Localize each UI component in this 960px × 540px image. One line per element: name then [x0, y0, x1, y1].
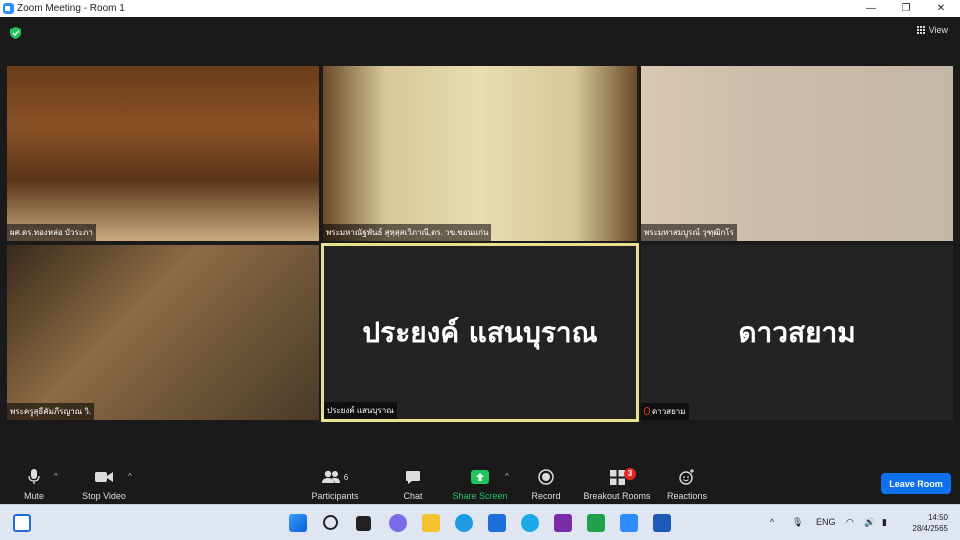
grid-view-icon — [916, 26, 925, 34]
video-tile-5-active-speaker[interactable]: ประยงค์ แสนบุราณ ประยงค์ แสนบุราณ — [321, 243, 639, 422]
reactions-button[interactable]: Reactions — [664, 467, 710, 501]
language-indicator[interactable]: ENG — [816, 517, 836, 527]
video-tile-2[interactable]: พระมหาณัฐพันธ์ สุหฺสฺสเวิภาณี,ดร. วข.ขอน… — [323, 66, 637, 241]
breakout-rooms-icon — [609, 469, 625, 485]
muted-mic-icon — [644, 407, 650, 415]
video-tile-4[interactable]: พระครูสุธีคัมภีรญาณ วิ. — [7, 245, 319, 420]
contacts-app-icon[interactable] — [587, 514, 605, 532]
task-view-icon[interactable] — [356, 516, 371, 531]
meeting-toolbar: Mute ^ Stop Video ^ 6 Participants Chat … — [0, 463, 960, 504]
participant-display-name: ดาวสยาม — [738, 315, 856, 349]
participants-label: Participants — [311, 491, 359, 501]
share-screen-label: Share Screen — [452, 491, 508, 501]
share-screen-icon — [471, 470, 489, 484]
window-title: Zoom Meeting - Room 1 — [17, 3, 125, 14]
mute-label: Mute — [23, 491, 44, 501]
windows-start-icon[interactable] — [289, 514, 307, 532]
participant-name: พระมหาณัฐพันธ์ สุหฺสฺสเวิภาณี,ดร. วข.ขอน… — [323, 224, 492, 241]
word-icon[interactable] — [653, 514, 671, 532]
stop-video-label: Stop Video — [82, 491, 126, 501]
record-label: Record — [531, 491, 561, 501]
wifi-icon[interactable]: ◠ — [846, 517, 854, 528]
microphone-icon — [28, 469, 40, 484]
reactions-label: Reactions — [666, 491, 708, 501]
volume-icon[interactable]: 🔊 — [864, 517, 875, 528]
participant-name-bar: ดาวสยาม — [641, 403, 689, 420]
stop-video-button[interactable]: Stop Video — [78, 467, 130, 501]
chat-icon — [406, 470, 420, 484]
record-button[interactable]: Record — [528, 467, 564, 501]
search-icon[interactable] — [323, 515, 338, 530]
view-button[interactable]: View — [916, 25, 948, 35]
participants-icon — [321, 470, 340, 483]
participant-display-name: ประยงค์ แสนบุราณ — [362, 315, 598, 349]
onenote-icon[interactable] — [554, 514, 572, 532]
file-explorer-icon[interactable] — [422, 514, 440, 532]
battery-icon[interactable]: ▮ — [882, 517, 887, 528]
breakout-rooms-badge: 3 — [624, 468, 636, 480]
participants-button[interactable]: 6 Participants — [308, 467, 362, 501]
teams-chat-icon[interactable] — [389, 514, 407, 532]
minimize-button[interactable]: — — [864, 2, 878, 15]
view-label: View — [928, 25, 948, 35]
mail-icon[interactable] — [488, 514, 506, 532]
zoom-app-icon[interactable] — [620, 514, 638, 532]
video-tile-1[interactable]: ผศ.ดร.ทองหล่อ บัวระภา — [7, 66, 319, 241]
video-tile-3[interactable]: พระมหาสมบูรณ์ วุฑฺฒิกโร — [641, 66, 953, 241]
system-clock[interactable]: 14:50 28/4/2565 — [912, 512, 948, 534]
smiley-reaction-icon — [679, 469, 694, 485]
clock-date: 28/4/2565 — [912, 524, 948, 533]
windows-taskbar: ^ 🎙 ENG ◠ 🔊 ▮ 14:50 28/4/2565 — [0, 504, 960, 540]
breakout-rooms-button[interactable]: Breakout Rooms — [582, 467, 652, 501]
participant-name: ดาวสยาม — [652, 407, 686, 416]
share-screen-button[interactable]: Share Screen — [450, 467, 510, 501]
participant-name: พระมหาสมบูรณ์ วุฑฺฒิกโร — [641, 224, 737, 241]
video-camera-icon — [95, 472, 113, 482]
participants-count: 6 — [343, 472, 349, 482]
title-bar: Zoom Meeting - Room 1 — ❐ ✕ — [0, 0, 960, 17]
zoom-logo-icon — [3, 3, 14, 14]
breakout-rooms-label: Breakout Rooms — [583, 491, 651, 501]
participant-name: ประยงค์ แสนบุราณ — [324, 402, 397, 419]
encryption-shield-icon[interactable] — [10, 27, 21, 39]
participant-name: พระครูสุธีคัมภีรญาณ วิ. — [7, 403, 95, 420]
microphone-tray-icon[interactable]: 🎙 — [792, 517, 803, 528]
show-hidden-icons-chevron-icon[interactable]: ^ — [770, 517, 774, 527]
leave-room-button[interactable]: Leave Room — [881, 473, 951, 494]
edge-browser-icon[interactable] — [455, 514, 473, 532]
participant-name: ผศ.ดร.ทองหล่อ บัวระภา — [7, 224, 96, 241]
chat-label: Chat — [403, 491, 423, 501]
video-tile-6[interactable]: ดาวสยาม ดาวสยาม — [641, 245, 953, 420]
widgets-icon[interactable] — [13, 514, 31, 532]
chat-button[interactable]: Chat — [398, 467, 428, 501]
mute-button[interactable]: Mute — [20, 467, 48, 501]
skype-icon[interactable] — [521, 514, 539, 532]
maximize-button[interactable]: ❐ — [899, 2, 913, 15]
close-button[interactable]: ✕ — [934, 2, 948, 15]
audio-options-chevron-icon[interactable]: ^ — [54, 472, 58, 481]
clock-time: 14:50 — [927, 513, 948, 522]
share-options-chevron-icon[interactable]: ^ — [505, 472, 509, 481]
record-icon — [538, 469, 554, 485]
video-options-chevron-icon[interactable]: ^ — [128, 472, 132, 481]
